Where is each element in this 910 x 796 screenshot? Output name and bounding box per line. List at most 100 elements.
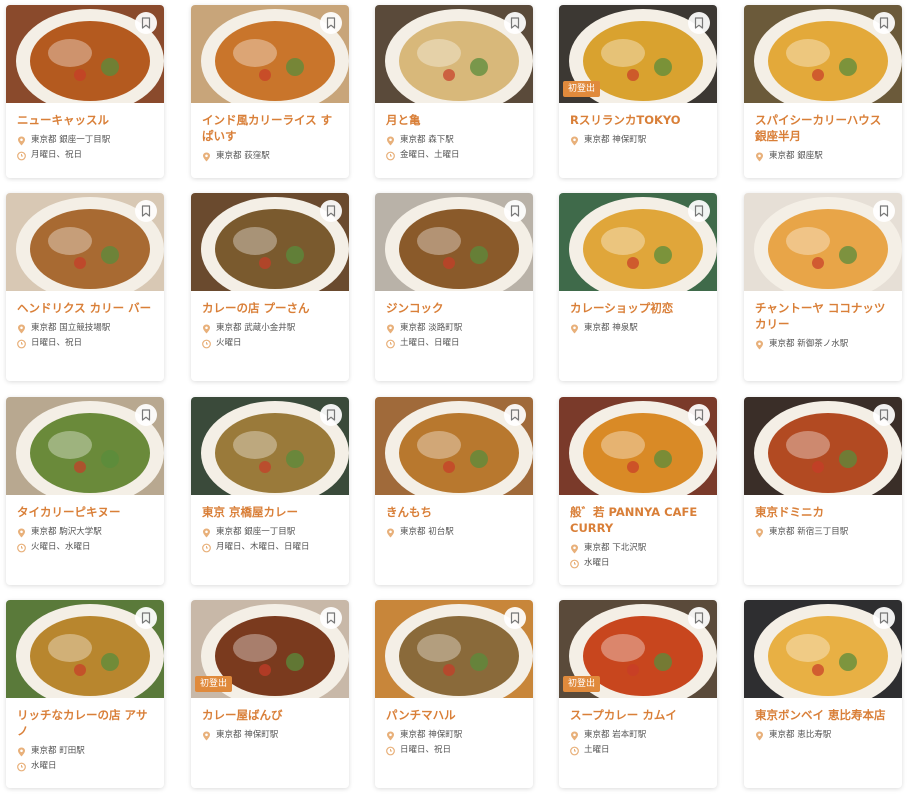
curry-photo: 初登出 <box>559 5 717 103</box>
location-pin-icon <box>756 528 763 537</box>
station-row: 東京都 神保町駅 <box>386 730 522 741</box>
location-pin-icon <box>18 136 25 145</box>
new-badge: 初登出 <box>195 676 233 692</box>
restaurant-name[interactable]: スパイシーカリーハウス 銀座半月 <box>755 112 891 144</box>
bookmark-icon[interactable] <box>504 200 526 222</box>
station-text: 東京都 銀座駅 <box>769 151 823 161</box>
restaurant-name[interactable]: ジンコック <box>386 300 522 316</box>
curry-photo <box>744 193 902 291</box>
bookmark-icon[interactable] <box>688 607 710 629</box>
holiday-text: 月曜日、祝日 <box>31 150 83 160</box>
bookmark-icon[interactable] <box>320 200 342 222</box>
new-badge: 初登出 <box>563 676 601 692</box>
bookmark-icon[interactable] <box>688 200 710 222</box>
bookmark-icon[interactable] <box>688 12 710 34</box>
bookmark-icon[interactable] <box>688 404 710 426</box>
restaurant-card[interactable]: カレーショップ初恋東京都 神泉駅 <box>559 193 717 381</box>
restaurant-name[interactable]: タイカリーピキヌー <box>17 504 153 520</box>
location-pin-icon <box>571 136 578 145</box>
holiday-row: 火曜日 <box>202 338 338 349</box>
restaurant-name[interactable]: 東京ボンベイ 恵比寿本店 <box>755 707 891 723</box>
restaurant-card[interactable]: タイカリーピキヌー東京都 駒沢大学駅 火曜日、水曜日 <box>6 397 164 585</box>
restaurant-card[interactable]: 初登出 RスリランカTOKYO 東京都 神保町駅 <box>559 5 717 178</box>
restaurant-name[interactable]: 東京 京橋屋カレー <box>202 504 338 520</box>
restaurant-card[interactable]: 東京ボンベイ 恵比寿本店東京都 恵比寿駅 <box>744 600 902 788</box>
restaurant-card[interactable]: スパイシーカリーハウス 銀座半月東京都 銀座駅 <box>744 5 902 178</box>
holiday-text: 土曜日 <box>584 745 610 755</box>
location-pin-icon <box>756 731 763 740</box>
restaurant-name[interactable]: RスリランカTOKYO <box>570 112 706 128</box>
restaurant-card[interactable]: 初登出 スープカレー カムイ 東京都 岩本町駅 土曜日 <box>559 600 717 788</box>
clock-icon <box>570 746 579 755</box>
restaurant-name[interactable]: カレー屋ばんび <box>202 707 338 723</box>
restaurant-card[interactable]: 般゛若 PANNYA CAFE CURRY 東京都 下北沢駅 水曜日 <box>559 397 717 585</box>
restaurant-card[interactable]: チャントーヤ ココナッツカリー東京都 新御茶ノ水駅 <box>744 193 902 381</box>
holiday-row: 土曜日 <box>570 745 706 756</box>
restaurant-name[interactable]: ヘンドリクス カリー バー <box>17 300 153 316</box>
restaurant-name[interactable]: パンチマハル <box>386 707 522 723</box>
bookmark-icon[interactable] <box>504 12 526 34</box>
curry-photo <box>375 5 533 103</box>
location-pin-icon <box>387 731 394 740</box>
holiday-text: 水曜日 <box>584 558 610 568</box>
station-text: 東京都 駒沢大学駅 <box>31 527 102 537</box>
restaurant-card[interactable]: 東京 京橋屋カレー 東京都 銀座一丁目駅 月曜日、木曜日、日曜日 <box>191 397 349 585</box>
bookmark-icon[interactable] <box>873 200 895 222</box>
restaurant-card[interactable]: カレーの店 プーさん 東京都 武蔵小金井駅 火曜日 <box>191 193 349 381</box>
station-text: 東京都 町田駅 <box>31 746 85 756</box>
bookmark-icon[interactable] <box>320 607 342 629</box>
bookmark-icon[interactable] <box>320 404 342 426</box>
bookmark-icon[interactable] <box>135 200 157 222</box>
restaurant-name[interactable]: スープカレー カムイ <box>570 707 706 723</box>
clock-icon <box>386 339 395 348</box>
holiday-text: 日曜日、祝日 <box>400 745 452 755</box>
restaurant-card[interactable]: ニューキャッスル東京都 銀座一丁目駅 月曜日、祝日 <box>6 5 164 178</box>
restaurant-name[interactable]: 東京ドミニカ <box>755 504 891 520</box>
station-text: 東京都 新御茶ノ水駅 <box>769 339 849 349</box>
bookmark-icon[interactable] <box>504 404 526 426</box>
bookmark-icon[interactable] <box>135 12 157 34</box>
bookmark-icon[interactable] <box>873 607 895 629</box>
restaurant-name[interactable]: きんもち <box>386 504 522 520</box>
restaurant-name[interactable]: カレーの店 プーさん <box>202 300 338 316</box>
restaurant-card[interactable]: きんもち 東京都 初台駅 <box>375 397 533 585</box>
holiday-text: 火曜日、水曜日 <box>31 542 91 552</box>
bookmark-icon[interactable] <box>135 404 157 426</box>
station-row: 東京都 新宿三丁目駅 <box>755 527 891 538</box>
location-pin-icon <box>571 731 578 740</box>
curry-photo <box>744 5 902 103</box>
restaurant-card[interactable]: リッチなカレーの店 アサノ 東京都 町田駅 水曜日 <box>6 600 164 788</box>
restaurant-name[interactable]: リッチなカレーの店 アサノ <box>17 707 153 739</box>
bookmark-icon[interactable] <box>504 607 526 629</box>
restaurant-name[interactable]: 月と亀 <box>386 112 522 128</box>
station-text: 東京都 神泉駅 <box>584 323 638 333</box>
station-text: 東京都 森下駅 <box>400 135 454 145</box>
restaurant-card[interactable]: ジンコック 東京都 淡路町駅 土曜日、日曜日 <box>375 193 533 381</box>
location-pin-icon <box>756 340 763 349</box>
clock-icon <box>386 151 395 160</box>
restaurant-name[interactable]: カレーショップ初恋 <box>570 300 706 316</box>
station-row: 東京都 恵比寿駅 <box>755 730 891 741</box>
location-pin-icon <box>387 528 394 537</box>
restaurant-name[interactable]: ニューキャッスル <box>17 112 153 128</box>
restaurant-name[interactable]: 般゛若 PANNYA CAFE CURRY <box>570 504 706 536</box>
holiday-text: 金曜日、土曜日 <box>400 150 460 160</box>
restaurant-name[interactable]: インド風カリーライス すぱいす <box>202 112 338 144</box>
restaurant-card[interactable]: 初登出 カレー屋ばんび 東京都 神保町駅 <box>191 600 349 788</box>
bookmark-icon[interactable] <box>873 12 895 34</box>
location-pin-icon <box>571 544 578 553</box>
restaurant-name[interactable]: チャントーヤ ココナッツカリー <box>755 300 891 332</box>
bookmark-icon[interactable] <box>873 404 895 426</box>
station-text: 東京都 銀座一丁目駅 <box>31 135 111 145</box>
station-row: 東京都 銀座一丁目駅 <box>202 527 338 538</box>
restaurant-card[interactable]: パンチマハル東京都 神保町駅日曜日、祝日 <box>375 600 533 788</box>
restaurant-card[interactable]: 東京ドミニカ東京都 新宿三丁目駅 <box>744 397 902 585</box>
bookmark-icon[interactable] <box>320 12 342 34</box>
curry-photo <box>744 600 902 698</box>
restaurant-card[interactable]: 月と亀東京都 森下駅 金曜日、土曜日 <box>375 5 533 178</box>
curry-photo <box>6 600 164 698</box>
restaurant-card[interactable]: ヘンドリクス カリー バー 東京都 国立競技場駅 日曜日、祝日 <box>6 193 164 381</box>
restaurant-card[interactable]: インド風カリーライス すぱいす 東京都 荻窪駅 <box>191 5 349 178</box>
bookmark-icon[interactable] <box>135 607 157 629</box>
station-row: 東京都 神保町駅 <box>570 135 706 146</box>
